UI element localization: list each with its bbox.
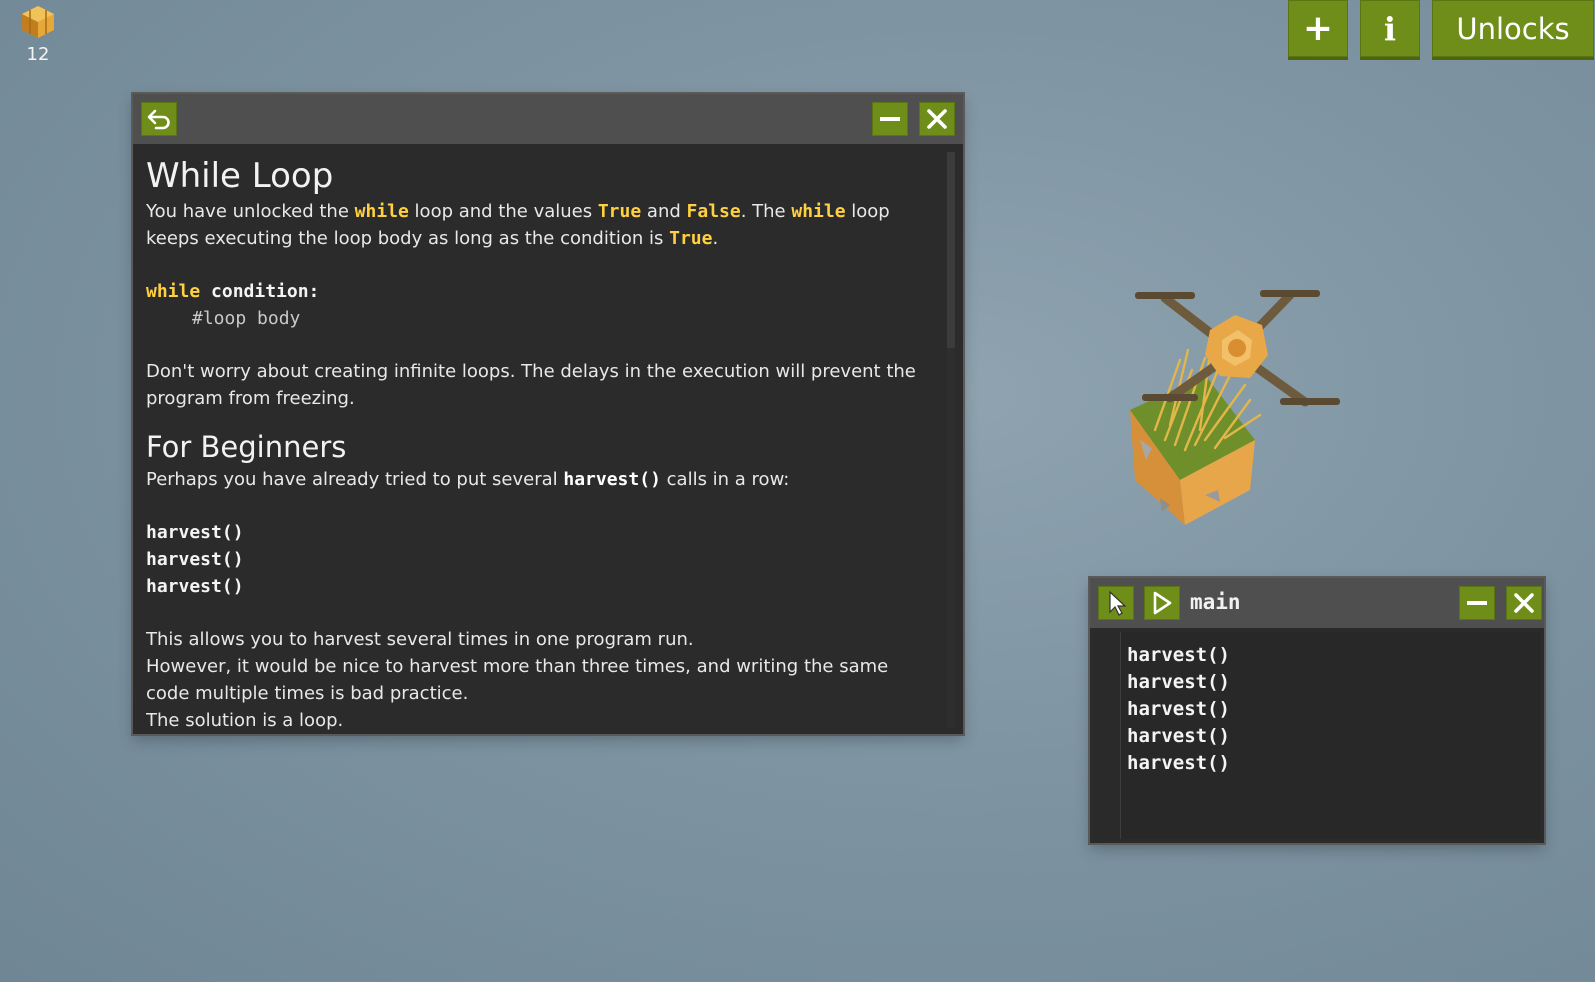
run-button[interactable] bbox=[1144, 586, 1180, 620]
infinite-loop-note: Don't worry about creating infinite loop… bbox=[146, 361, 916, 409]
docs-scrollbar-thumb[interactable] bbox=[947, 152, 955, 348]
docs-titlebar[interactable] bbox=[133, 94, 963, 144]
page-title: While Loop bbox=[146, 156, 334, 196]
close-code-button[interactable] bbox=[1506, 586, 1542, 620]
minimize-code-button[interactable] bbox=[1459, 586, 1495, 620]
code-line: harvest() bbox=[146, 576, 244, 597]
code-editor[interactable]: harvest() harvest() harvest() harvest() … bbox=[1094, 632, 1540, 839]
code-line[interactable]: harvest() bbox=[1127, 669, 1230, 696]
minimize-docs-button[interactable] bbox=[872, 102, 908, 136]
hay-count: 12 bbox=[26, 44, 50, 65]
minimize-icon bbox=[1467, 601, 1487, 605]
docs-window: While Loop You have unlocked the while l… bbox=[133, 94, 963, 734]
after-paragraph-3: The solution is a loop. bbox=[146, 710, 344, 731]
code-line: harvest() bbox=[146, 549, 244, 570]
cursor-step-icon bbox=[1109, 590, 1127, 616]
code-lines[interactable]: harvest() harvest() harvest() harvest() … bbox=[1127, 642, 1230, 777]
back-arrow-icon bbox=[147, 109, 170, 130]
code-line[interactable]: harvest() bbox=[1127, 696, 1230, 723]
code-line[interactable]: harvest() bbox=[1127, 723, 1230, 750]
plus-icon: + bbox=[1302, 7, 1334, 49]
hay-resource-counter: 12 bbox=[14, 0, 62, 65]
after-paragraph-2: However, it would be nice to harvest mor… bbox=[146, 656, 889, 704]
info-icon: i bbox=[1383, 9, 1397, 48]
hay-bale-icon bbox=[22, 6, 54, 38]
line-gutter bbox=[1094, 632, 1121, 839]
code-window-titlebar[interactable]: main bbox=[1090, 578, 1544, 628]
add-button[interactable]: + bbox=[1288, 0, 1348, 57]
code-window-main: main harvest() harvest() harvest() harve… bbox=[1090, 578, 1544, 843]
intro-paragraph: You have unlocked the while loop and the… bbox=[146, 201, 890, 249]
code-line: harvest() bbox=[146, 522, 244, 543]
after-paragraph-1: This allows you to harvest several times… bbox=[146, 629, 694, 650]
drone-illustration bbox=[1130, 290, 1340, 525]
play-icon bbox=[1153, 591, 1172, 615]
close-icon bbox=[927, 109, 947, 129]
code-window-title: main bbox=[1190, 590, 1241, 614]
code-line[interactable]: harvest() bbox=[1127, 642, 1230, 669]
code-line[interactable]: harvest() bbox=[1127, 750, 1230, 777]
unlocks-button[interactable]: Unlocks bbox=[1432, 0, 1594, 57]
info-button[interactable]: i bbox=[1360, 0, 1420, 57]
beginners-heading: For Beginners bbox=[146, 430, 347, 464]
minimize-icon bbox=[880, 117, 900, 121]
docs-content[interactable]: While Loop You have unlocked the while l… bbox=[146, 148, 935, 732]
close-icon bbox=[1514, 593, 1534, 613]
step-button[interactable] bbox=[1098, 586, 1134, 620]
while-example-code: while condition: #loop body bbox=[146, 281, 320, 329]
beginners-paragraph: Perhaps you have already tried to put se… bbox=[146, 469, 790, 490]
close-docs-button[interactable] bbox=[919, 102, 955, 136]
back-button[interactable] bbox=[141, 102, 177, 136]
harvest-example-code: harvest() harvest() harvest() bbox=[146, 519, 935, 600]
